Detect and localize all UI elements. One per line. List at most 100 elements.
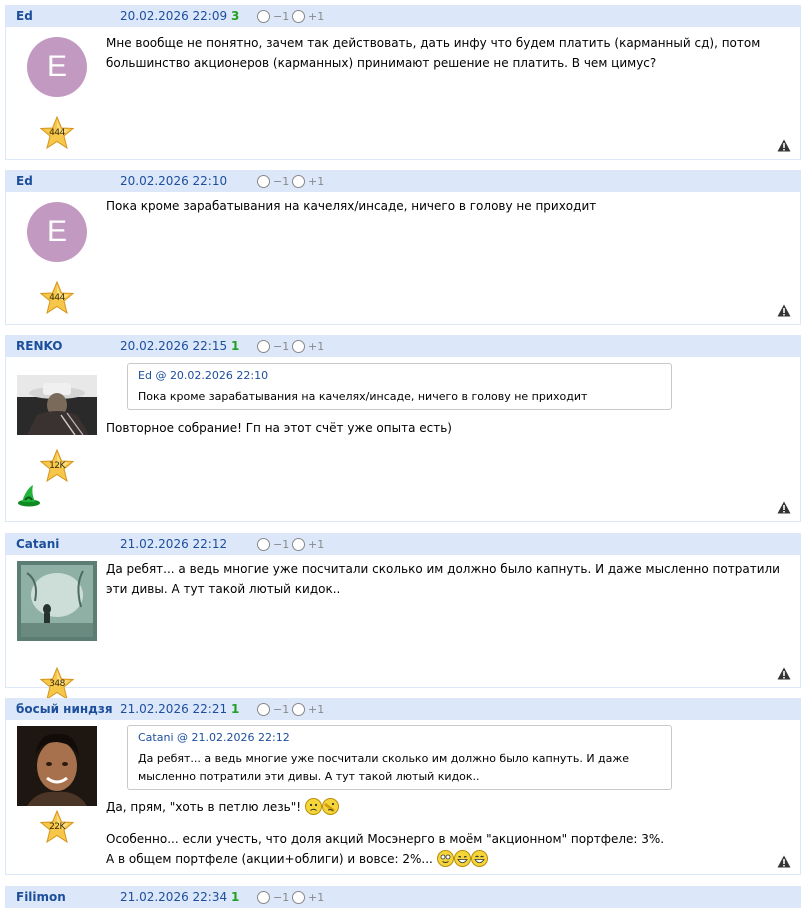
avatar[interactable]: E: [27, 37, 87, 97]
quote-block: Catani @ 21.02.2026 22:12 Да ребят... а …: [127, 725, 672, 790]
rank-star-badge: 444: [40, 116, 74, 150]
comment-body: 22K Catani @ 21.02.2026 22:12 Да ребят..…: [5, 720, 801, 875]
vote-minus-label: −1: [273, 537, 290, 551]
grinning-smiley-icon: [470, 850, 488, 867]
report-warning-icon[interactable]: [777, 304, 791, 317]
comment-score: 3: [231, 9, 240, 23]
vote-minus-radio[interactable]: [257, 9, 270, 23]
comment-body: 348 Да ребят... а ведь многие уже посчит…: [5, 555, 801, 701]
avatar[interactable]: E: [27, 202, 87, 262]
comment-header: Catani 21.02.2026 22:12 −1 +1: [5, 533, 801, 555]
comment-body: E 444 Пока кроме зарабатывания на качеля…: [5, 192, 801, 325]
vote-minus-radio[interactable]: [257, 890, 270, 904]
laughing-smiley-icon: [453, 850, 471, 867]
vote-minus-option[interactable]: −1: [257, 8, 289, 24]
vote-plus-option[interactable]: +1: [292, 173, 324, 189]
rank-value: 22K: [49, 822, 65, 832]
vote-plus-radio[interactable]: [292, 702, 305, 716]
quote-at: @: [155, 369, 167, 382]
quote-header: Ed @ 20.02.2026 22:10: [138, 367, 661, 385]
comment-body: E 444 Мне вообще не понятно, зачем так д…: [5, 27, 801, 160]
report-warning-icon[interactable]: [777, 139, 791, 152]
comment-date-link[interactable]: 21.02.2026 22:21: [120, 702, 227, 716]
vote-plus-radio[interactable]: [292, 174, 305, 188]
comment-score: 1: [231, 702, 240, 716]
vote-plus-option[interactable]: +1: [292, 701, 324, 717]
comment-text: Мне вообще не понятно, зачем так действо…: [106, 36, 761, 70]
vote-plus-option[interactable]: +1: [292, 8, 324, 24]
author-link[interactable]: Filimon: [16, 890, 66, 904]
rank-value: 444: [49, 293, 65, 303]
comment-header: Ed 20.02.2026 22:10 −1 +1: [5, 170, 801, 192]
vote-plus-label: +1: [308, 9, 325, 23]
vote-plus-label: +1: [308, 339, 325, 353]
quote-author-link[interactable]: Catani: [138, 731, 174, 744]
vote-minus-option[interactable]: −1: [257, 536, 289, 552]
comment-date-link[interactable]: 20.02.2026 22:15: [120, 339, 227, 353]
rank-star-badge: 348: [40, 667, 74, 701]
quote-header: Catani @ 21.02.2026 22:12: [138, 729, 661, 747]
comment-line: Особенно... если учесть, что доля акций …: [106, 832, 665, 846]
vote-plus-option[interactable]: +1: [292, 889, 324, 905]
avatar[interactable]: [17, 561, 97, 641]
vote-plus-option[interactable]: +1: [292, 536, 324, 552]
wink-smiley-icon: [436, 850, 454, 867]
vote-minus-radio[interactable]: [257, 702, 270, 716]
vote-plus-radio[interactable]: [292, 339, 305, 353]
vote-minus-option[interactable]: −1: [257, 889, 289, 905]
vote-plus-label: +1: [308, 537, 325, 551]
comment-date-link[interactable]: 20.02.2026 22:09: [120, 9, 227, 23]
rank-value: 12K: [49, 461, 65, 471]
comment-date-link[interactable]: 20.02.2026 22:10: [120, 174, 227, 188]
vote-minus-option[interactable]: −1: [257, 701, 289, 717]
vote-minus-option[interactable]: −1: [257, 173, 289, 189]
quote-author-link[interactable]: Ed: [138, 369, 152, 382]
comment: босый ниндзя 21.02.2026 22:21 1 −1 +1 22…: [5, 698, 801, 875]
comment: Ed 20.02.2026 22:10 −1 +1 E 444 Пока кро…: [5, 170, 801, 325]
comment-header: Filimon 21.02.2026 22:34 1 −1 +1: [5, 886, 801, 908]
author-link[interactable]: босый ниндзя: [16, 702, 113, 716]
rank-value: 348: [49, 679, 65, 689]
quote-text: Да ребят... а ведь многие уже посчитали …: [138, 752, 630, 783]
comment-line-text: Да, прям, "хоть в петлю лезь"!: [106, 800, 302, 814]
vote-plus-label: +1: [308, 174, 325, 188]
vote-minus-option[interactable]: −1: [257, 338, 289, 354]
vote-plus-option[interactable]: +1: [292, 338, 324, 354]
rank-value: 444: [49, 128, 65, 138]
vote-minus-radio[interactable]: [257, 537, 270, 551]
report-warning-icon[interactable]: [777, 501, 791, 514]
report-warning-icon[interactable]: [777, 855, 791, 868]
report-warning-icon[interactable]: [777, 667, 791, 680]
comment-text: Пока кроме зарабатывания на качелях/инса…: [106, 199, 597, 213]
author-link[interactable]: Ed: [16, 174, 33, 188]
comment: RENKO 20.02.2026 22:15 1 −1 +1 12K Ed @ …: [5, 335, 801, 522]
vote-minus-radio[interactable]: [257, 339, 270, 353]
comment-date-link[interactable]: 21.02.2026 22:12: [120, 537, 227, 551]
author-link[interactable]: Catani: [16, 537, 59, 551]
quote-date-link[interactable]: 20.02.2026 22:10: [170, 369, 268, 382]
avatar[interactable]: [17, 375, 97, 435]
vote-plus-label: +1: [308, 890, 325, 904]
comment-line: Да, прям, "хоть в петлю лезь"!: [106, 797, 780, 817]
quote-date-link[interactable]: 21.02.2026 22:12: [192, 731, 290, 744]
comment-score: 1: [231, 339, 240, 353]
comment-date-link[interactable]: 21.02.2026 22:34: [120, 890, 227, 904]
author-link[interactable]: Ed: [16, 9, 33, 23]
vote-minus-label: −1: [273, 339, 290, 353]
comment-header: RENKO 20.02.2026 22:15 1 −1 +1: [5, 335, 801, 357]
comment: Catani 21.02.2026 22:12 −1 +1 348 Да реб…: [5, 533, 801, 701]
comment-score: 1: [231, 890, 240, 904]
vote-plus-radio[interactable]: [292, 890, 305, 904]
vote-minus-label: −1: [273, 9, 290, 23]
vote-plus-radio[interactable]: [292, 9, 305, 23]
author-link[interactable]: RENKO: [16, 339, 62, 353]
comment-text: Повторное собрание! Гп на этот счёт уже …: [106, 421, 452, 435]
avatar[interactable]: [17, 726, 97, 806]
quote-at: @: [177, 731, 189, 744]
vote-minus-radio[interactable]: [257, 174, 270, 188]
quote-block: Ed @ 20.02.2026 22:10 Пока кроме зарабат…: [127, 363, 672, 410]
sad-smiley-icon: [304, 798, 322, 815]
comment-body: 12K Ed @ 20.02.2026 22:10 Пока кроме зар…: [5, 357, 801, 522]
vote-plus-radio[interactable]: [292, 537, 305, 551]
vote-plus-label: +1: [308, 702, 325, 716]
